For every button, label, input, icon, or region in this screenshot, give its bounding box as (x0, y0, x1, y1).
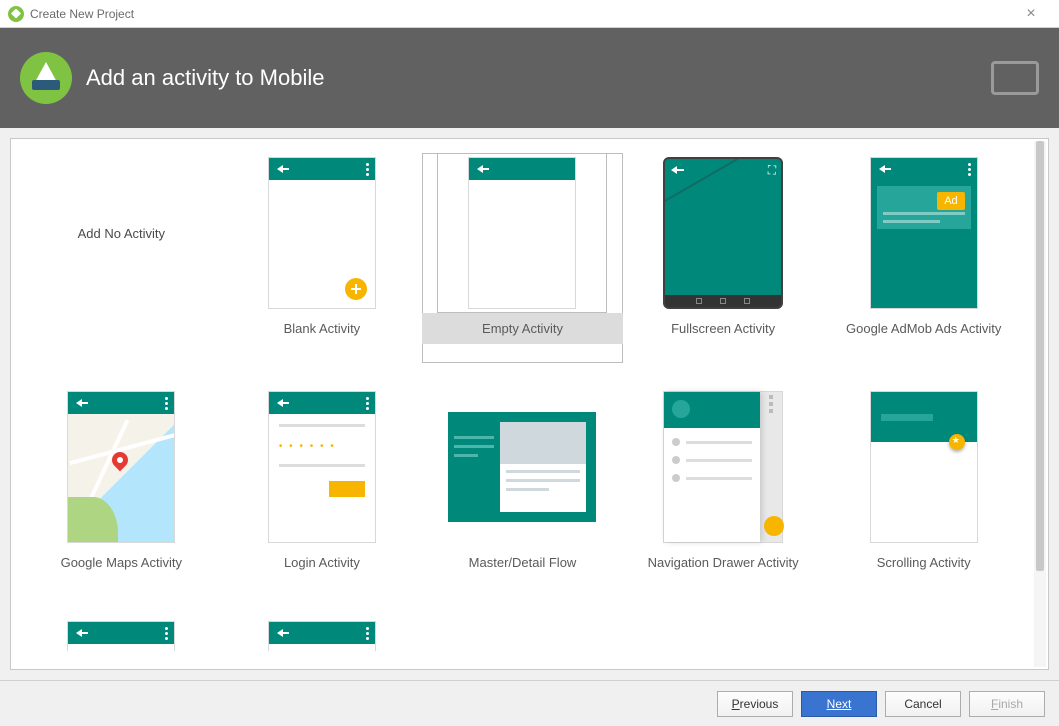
tile-login-activity[interactable]: • • • • • • Login Activity (222, 387, 423, 597)
banner-title: Add an activity to Mobile (86, 65, 324, 91)
tile-maps-activity[interactable]: Google Maps Activity (21, 387, 222, 597)
tile-label: Empty Activity (422, 313, 623, 344)
tile-cutoff-empty (823, 621, 1024, 651)
tile-blank-activity[interactable]: Blank Activity (222, 153, 423, 363)
tile-nav-drawer[interactable]: Navigation Drawer Activity (623, 387, 824, 597)
titlebar: Create New Project × (0, 0, 1059, 28)
preview-nav-drawer (638, 387, 808, 547)
tile-label: Fullscreen Activity (623, 313, 824, 344)
preview-blank (237, 153, 407, 313)
tile-label: Scrolling Activity (823, 547, 1024, 578)
tile-scrolling-activity[interactable]: Scrolling Activity (823, 387, 1024, 597)
previous-button[interactable]: Previous (717, 691, 793, 717)
close-icon[interactable]: × (1011, 5, 1051, 23)
star-fab-icon (949, 434, 965, 450)
preview-empty (437, 153, 607, 313)
tile-cutoff-2[interactable] (222, 621, 423, 651)
tile-label: Blank Activity (222, 313, 423, 344)
overflow-menu-icon (366, 163, 369, 176)
overflow-menu-icon (165, 397, 168, 410)
content-area: Add No Activity Blank Activity (0, 128, 1059, 680)
android-studio-logo-icon (20, 52, 72, 104)
tile-fullscreen-activity[interactable]: ⛶ Fullscreen Activity (623, 153, 824, 363)
gallery-scrollbar[interactable] (1034, 141, 1046, 667)
no-activity-text: Add No Activity (78, 226, 165, 241)
tile-cutoff-empty (623, 621, 824, 651)
preview-login: • • • • • • (237, 387, 407, 547)
preview-admob: Ad (839, 153, 1009, 313)
next-button[interactable]: Next (801, 691, 877, 717)
tile-label: Google AdMob Ads Activity (823, 313, 1024, 344)
overflow-menu-icon (968, 163, 971, 176)
wizard-banner: Add an activity to Mobile (0, 28, 1059, 128)
preview-master-detail (437, 387, 607, 547)
tile-label: Google Maps Activity (21, 547, 222, 578)
tile-admob-activity[interactable]: Ad Google AdMob Ads Activity (823, 153, 1024, 363)
preview-add-no-activity: Add No Activity (36, 153, 206, 313)
activity-gallery: Add No Activity Blank Activity (10, 138, 1049, 670)
overflow-menu-icon (366, 397, 369, 410)
avatar-icon (672, 400, 690, 418)
preview-scrolling (839, 387, 1009, 547)
fab-icon (764, 516, 784, 536)
tile-master-detail[interactable]: Master/Detail Flow (422, 387, 623, 597)
preview-maps (36, 387, 206, 547)
finish-button: Finish (969, 691, 1045, 717)
ad-badge: Ad (937, 192, 964, 210)
fab-add-icon (345, 278, 367, 300)
device-icon (991, 61, 1039, 95)
scrollbar-thumb[interactable] (1036, 141, 1044, 571)
tile-cutoff-empty (422, 621, 623, 651)
tile-label: Navigation Drawer Activity (623, 547, 824, 578)
tile-label: Login Activity (222, 547, 423, 578)
tile-cutoff-1[interactable] (21, 621, 222, 651)
android-studio-icon (8, 6, 24, 22)
tile-label: Master/Detail Flow (422, 547, 623, 578)
wizard-footer: Previous Next Cancel Finish (0, 680, 1059, 726)
window-title: Create New Project (30, 7, 134, 21)
tile-add-no-activity[interactable]: Add No Activity (21, 153, 222, 363)
cancel-button[interactable]: Cancel (885, 691, 961, 717)
preview-fullscreen: ⛶ (638, 153, 808, 313)
tile-label (21, 313, 222, 329)
gallery-grid: Add No Activity Blank Activity (11, 139, 1034, 669)
tile-empty-activity[interactable]: Empty Activity (422, 153, 623, 363)
